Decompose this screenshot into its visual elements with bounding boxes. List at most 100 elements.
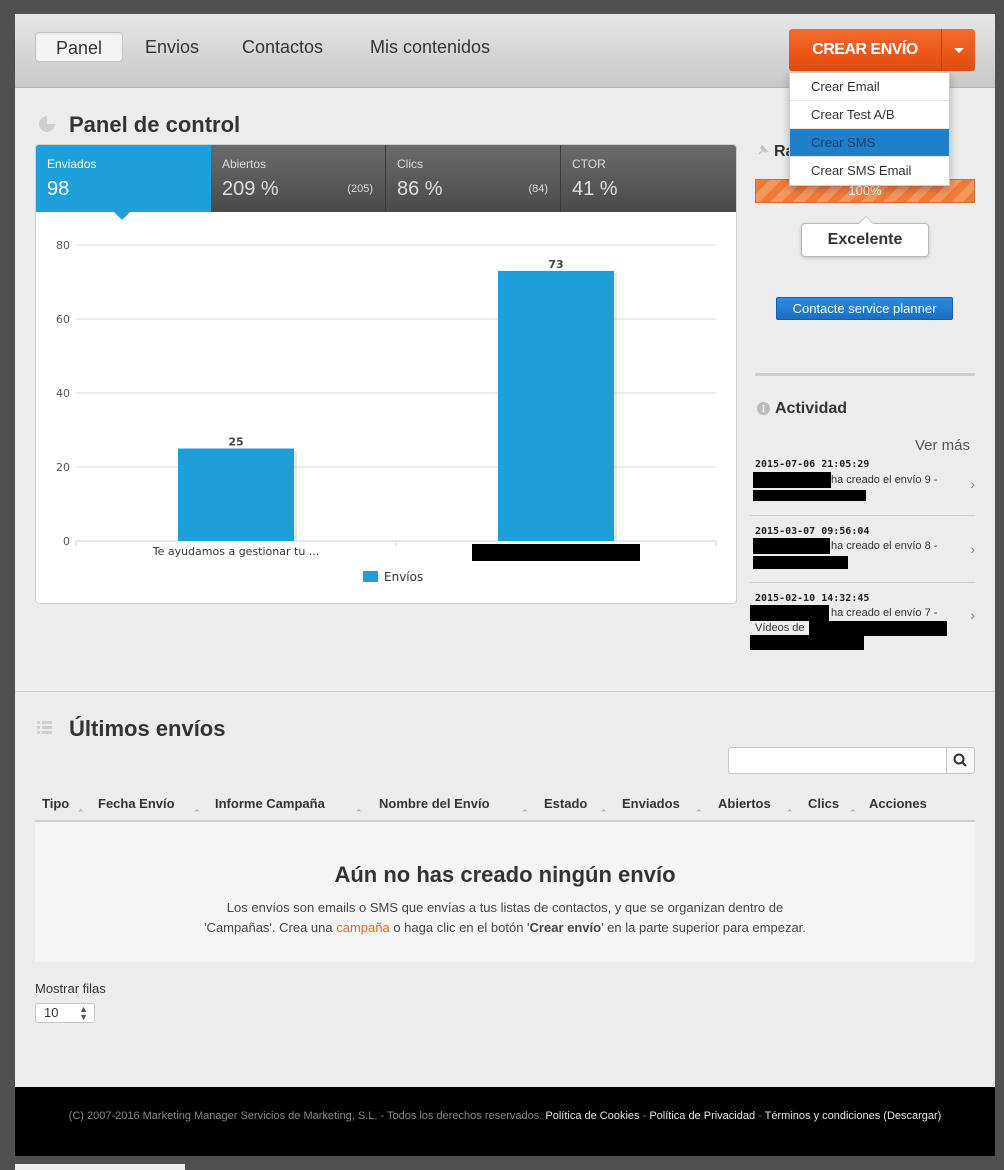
column-header-clics[interactable]: Clics: [808, 796, 839, 811]
tab-ctor[interactable]: CTOR 41 %: [561, 145, 736, 212]
footer: (C) 2007-2016 Marketing Manager Servicio…: [15, 1087, 995, 1156]
create-send-hint: Crear envío: [529, 920, 602, 935]
legend-label: Envíos: [384, 570, 423, 584]
activity-text-extra: Vídeos de: [755, 622, 805, 634]
create-send-dropdown-toggle[interactable]: [941, 29, 975, 71]
activity-date: 2015-03-07 09:56:04: [755, 526, 870, 537]
campaign-link[interactable]: campaña: [336, 920, 389, 935]
search-button[interactable]: [946, 747, 975, 774]
empty-state-text: Los envíos son emails o SMS que envías a…: [226, 900, 784, 915]
create-send-button[interactable]: CREAR ENVÍO: [789, 29, 941, 71]
cookies-policy-link[interactable]: Política de Cookies: [545, 1110, 639, 1122]
x-tick-label: Te ayudamos a gestionar tu ...: [152, 545, 320, 558]
privacy-policy-link[interactable]: Política de Privacidad: [649, 1110, 755, 1122]
tab-enviados[interactable]: Enviados 98: [36, 145, 211, 212]
tab-clics[interactable]: Clics 86 % (84): [386, 145, 561, 212]
select-arrows-icon: ▲ ▼: [79, 1004, 88, 1022]
copyright-text: (C) 2007-2016 Marketing Manager Servicio…: [68, 1110, 543, 1122]
column-header-enviados[interactable]: Enviados: [622, 796, 680, 811]
right-column-divider: [755, 373, 975, 376]
text-fragment: ' en la parte superior para empezar.: [601, 920, 806, 935]
tab-label: CTOR: [572, 157, 606, 171]
column-header-abiertos[interactable]: Abiertos: [718, 796, 771, 811]
redacted-x-label: [472, 544, 640, 561]
tab-value: 86 %: [397, 178, 443, 200]
search-icon: [953, 753, 967, 767]
pin-icon: [758, 144, 769, 155]
tab-abiertos[interactable]: Abiertos 209 % (205): [211, 145, 386, 212]
empty-state-title: Aún no has creado ningún envío: [334, 862, 676, 887]
tab-count: (84): [528, 183, 548, 195]
data-label: 25: [228, 436, 243, 449]
column-header-fecha-envio[interactable]: Fecha Envío: [98, 796, 175, 811]
chevron-right-icon: ›: [970, 541, 975, 557]
chevron-right-icon: ›: [970, 607, 975, 623]
activity-text: ha creado el envío 9 -: [831, 474, 938, 486]
activity-text: ha creado el envío 7 -: [831, 607, 938, 619]
nav-mis-contenidos[interactable]: Mis contenidos: [350, 32, 510, 62]
column-header-nombre-envio[interactable]: Nombre del Envío: [379, 796, 490, 811]
rows-per-page-value: 10: [44, 1005, 59, 1020]
chevron-right-icon: ›: [970, 476, 975, 492]
activity-date: 2015-02-10 14:32:45: [755, 593, 870, 604]
nav-panel[interactable]: Panel: [35, 32, 124, 62]
pie-chart-icon: [39, 116, 55, 132]
terms-link[interactable]: Términos y condiciones (Descargar): [765, 1110, 942, 1122]
rows-per-page-select[interactable]: 10 ▲ ▼: [35, 1003, 95, 1023]
empty-state: Aún no has creado ningún envío Los envío…: [35, 822, 975, 962]
app-window: Panel Envios Contactos Mis contenidos CR…: [15, 14, 995, 1156]
activity-text: ha creado el envío 8 -: [831, 540, 938, 552]
nav-envios[interactable]: Envios: [125, 32, 219, 62]
dashboard-title: Panel de control: [69, 112, 241, 137]
redacted-block: [750, 605, 829, 621]
column-header-tipo[interactable]: Tipo: [42, 796, 69, 811]
bar: [498, 270, 614, 541]
tab-label: Clics: [397, 157, 423, 171]
menu-item-crear-sms[interactable]: Crear SMS: [790, 129, 949, 157]
menu-item-crear-test-ab[interactable]: Crear Test A/B: [790, 101, 949, 129]
see-more-link[interactable]: Ver más: [915, 437, 970, 454]
sends-title: Últimos envíos: [69, 716, 226, 741]
footer-text: (C) 2007-2016 Marketing Manager Servicio…: [68, 1110, 942, 1122]
rows-per-page-label: Mostrar filas: [35, 981, 106, 996]
create-send-menu: Crear Email Crear Test A/B Crear SMS Cre…: [789, 72, 950, 186]
redacted-block: [753, 472, 831, 488]
column-header-informe-campana[interactable]: Informe Campaña: [215, 796, 325, 811]
rating-badge: Excelente: [801, 216, 929, 257]
empty-state-text-2: 'Campañas'. Crea una campaña o haga clic…: [35, 920, 975, 935]
redacted-block: [753, 538, 830, 554]
contact-service-planner-button[interactable]: Contacte service planner: [776, 297, 953, 320]
y-tick-label: 40: [56, 387, 70, 400]
nav-contactos[interactable]: Contactos: [222, 32, 343, 62]
activity-item[interactable]: 2015-07-06 21:05:29 ha creado el envío 9…: [750, 454, 975, 516]
legend-swatch: [363, 571, 378, 582]
y-tick-label: 80: [56, 239, 70, 252]
redacted-block: [809, 621, 947, 636]
stats-tabs: Enviados 98 Abiertos 209 % (205) Clics 8…: [36, 145, 736, 212]
redacted-block: [753, 556, 848, 569]
activity-title: Actividad: [775, 400, 848, 417]
tab-label: Enviados: [47, 157, 97, 171]
activity-date: 2015-07-06 21:05:29: [755, 459, 870, 470]
text-fragment: o haga clic en el botón ': [389, 920, 530, 935]
redacted-block: [750, 635, 864, 650]
sends-bar-chart: 0 20 40 60 80 25 Te ayudamos a gestionar tu ..…: [56, 239, 717, 584]
activity-item[interactable]: 2015-02-10 14:32:45 ha creado el envío 7…: [750, 583, 975, 653]
bottom-strip: [15, 1164, 185, 1170]
text-fragment: 'Campañas'. Crea una: [204, 920, 337, 935]
sends-search-input[interactable]: [728, 747, 947, 774]
tab-label: Abiertos: [222, 157, 267, 171]
menu-item-crear-sms-email[interactable]: Crear SMS Email: [790, 157, 949, 185]
activity-item[interactable]: 2015-03-07 09:56:04 ha creado el envío 8…: [750, 516, 975, 583]
y-tick-label: 60: [56, 313, 70, 326]
list-icon: [37, 721, 52, 734]
tab-value: 41 %: [572, 178, 618, 200]
y-tick-label: 20: [56, 461, 70, 474]
bar: [178, 448, 294, 541]
stats-panel: Enviados 98 Abiertos 209 % (205) Clics 8…: [35, 144, 737, 604]
section-separator: [15, 691, 995, 692]
data-label: 73: [548, 258, 563, 271]
column-header-estado[interactable]: Estado: [544, 796, 587, 811]
menu-item-crear-email[interactable]: Crear Email: [790, 73, 949, 101]
column-header-acciones: Acciones: [869, 796, 927, 811]
